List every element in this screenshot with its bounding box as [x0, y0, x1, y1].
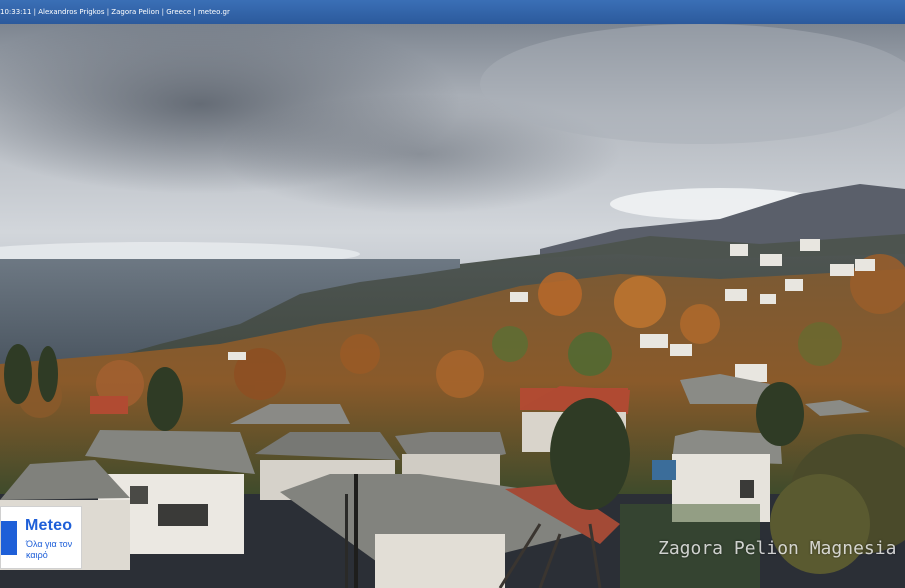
- webcam-info-bar: 10:33:11 | Alexandros Prigkos | Zagora P…: [0, 0, 905, 24]
- meteo-logo-mark: [1, 521, 17, 555]
- country-name: Greece: [166, 8, 192, 16]
- meteo-logo: Meteo Όλα για τον καιρό: [0, 506, 82, 569]
- photographer-name: Alexandros Prigkos: [38, 8, 105, 16]
- webcam-landscape-photo: [0, 24, 905, 588]
- location-name: Zagora Pelion: [111, 8, 160, 16]
- separator: |: [191, 8, 198, 16]
- logo-name: Meteo: [25, 517, 73, 534]
- logo-tagline: Όλα για τον καιρό: [26, 539, 73, 560]
- site-name: meteo.gr: [197, 8, 230, 16]
- timestamp: 10:33:11: [0, 8, 32, 16]
- location-watermark: Zagora Pelion Magnesia: [658, 538, 897, 559]
